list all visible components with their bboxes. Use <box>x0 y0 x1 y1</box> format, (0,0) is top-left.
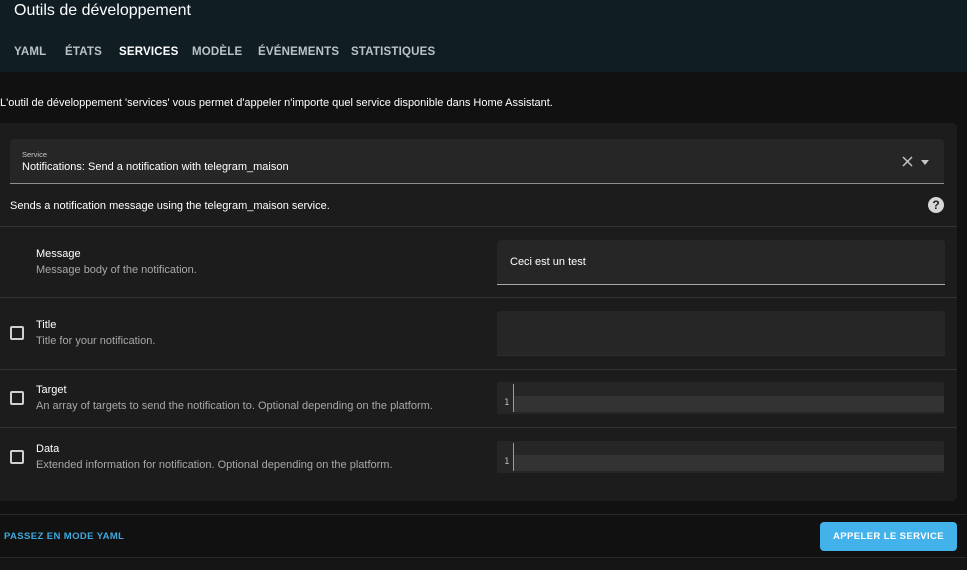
field-name: Title <box>36 319 57 331</box>
chevron-down-icon[interactable] <box>921 160 929 165</box>
data-checkbox[interactable] <box>10 450 24 464</box>
message-input-value: Ceci est un test <box>510 256 586 268</box>
service-picker-value: Notifications: Send a notification with … <box>22 161 289 173</box>
service-card: Service Notifications: Send a notificati… <box>0 123 957 501</box>
service-picker[interactable]: Service Notifications: Send a notificati… <box>10 139 944 184</box>
field-description: Extended information for notification. O… <box>36 459 393 471</box>
title-checkbox[interactable] <box>10 326 24 340</box>
active-line <box>514 455 944 471</box>
target-code-editor[interactable]: 1 <box>497 382 944 414</box>
tab-statistiques[interactable]: STATISTIQUES <box>351 46 435 58</box>
tab-etats[interactable]: ÉTATS <box>65 46 102 58</box>
divider <box>0 427 957 428</box>
yaml-mode-button[interactable]: PASSEZ EN MODE YAML <box>4 531 124 542</box>
field-description: Message body of the notification. <box>36 264 197 276</box>
service-picker-label: Service <box>22 150 48 159</box>
page-title: Outils de développement <box>14 2 191 19</box>
divider <box>0 369 957 370</box>
data-code-editor[interactable]: 1 <box>497 441 944 473</box>
intro-text: L'outil de développement 'services' vous… <box>0 97 553 109</box>
field-name: Message <box>36 248 81 260</box>
field-name: Data <box>36 443 60 455</box>
field-name: Target <box>36 384 67 396</box>
tab-services[interactable]: SERVICES <box>119 46 179 58</box>
field-description: Title for your notification. <box>36 335 156 347</box>
help-circle-icon[interactable]: ? <box>928 197 944 213</box>
divider <box>0 514 967 515</box>
line-number: 1 <box>504 457 510 467</box>
tab-modele[interactable]: MODÈLE <box>192 46 242 58</box>
active-line <box>514 396 944 412</box>
target-checkbox[interactable] <box>10 391 24 405</box>
app-header: Outils de développement YAML ÉTATS SERVI… <box>0 0 967 72</box>
divider <box>0 297 957 298</box>
close-icon[interactable] <box>902 156 913 167</box>
title-input[interactable] <box>497 311 945 356</box>
tab-evenements[interactable]: ÉVÉNEMENTS <box>258 46 339 58</box>
bottom-bar <box>0 557 967 570</box>
service-description: Sends a notification message using the t… <box>10 200 330 212</box>
field-description: An array of targets to send the notifica… <box>36 400 433 412</box>
call-service-button[interactable]: APPELER LE SERVICE <box>820 522 957 551</box>
message-input[interactable]: Ceci est un test <box>497 240 945 285</box>
tab-yaml[interactable]: YAML <box>14 46 46 58</box>
line-number: 1 <box>504 398 510 408</box>
divider <box>0 226 957 227</box>
